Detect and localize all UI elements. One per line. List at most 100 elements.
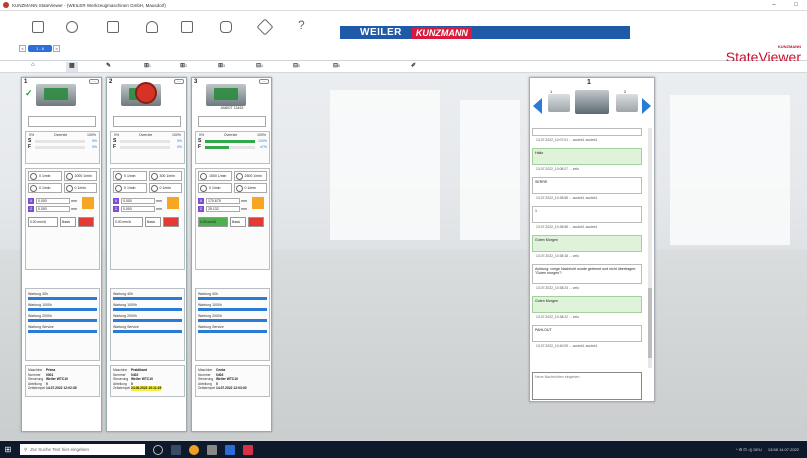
feed-basis: Basis xyxy=(230,217,246,227)
browser-icon[interactable] xyxy=(189,444,199,455)
x-unit: mm xyxy=(241,198,247,203)
spindle-speed: 0 1/min xyxy=(113,183,147,193)
spindle-speed-value: 2500 xyxy=(244,174,253,178)
mail-app-icon[interactable] xyxy=(225,444,235,455)
override-label: Override xyxy=(223,133,238,137)
chat-message[interactable]: PAHLOUT xyxy=(532,325,642,342)
tab-machine-6[interactable]: ⊟6 xyxy=(333,62,340,72)
spindle-speed: 300 1/min xyxy=(148,171,182,181)
message-text: 1 xyxy=(535,209,537,213)
explorer-icon[interactable] xyxy=(207,444,217,455)
chat-message[interactable]: SERRE xyxy=(532,177,642,194)
carousel-machine-current[interactable] xyxy=(575,90,609,114)
machine-number: 1 xyxy=(24,79,28,85)
tab-machine-1[interactable]: ⊞1 xyxy=(144,62,151,72)
window-titlebar: KUNZMANN StateViewer - (WEILER Werkzeugm… xyxy=(0,0,807,11)
tab-machine-5[interactable]: ⊟5 xyxy=(293,62,300,72)
windows-start-icon[interactable]: ⊞ xyxy=(0,441,16,458)
panel-menu-button[interactable]: ··· xyxy=(89,79,99,84)
taskbar-search-input[interactable]: ⚲ Zur Suche Text hier eingeben xyxy=(20,444,145,455)
carousel-machine-left[interactable] xyxy=(548,94,570,112)
chat-message[interactable]: Achtung: vorige Nachricht wurde getrennt… xyxy=(532,264,642,284)
carousel-next-arrow-icon[interactable] xyxy=(642,98,651,114)
maintenance-bar xyxy=(198,319,267,322)
tab-machine-4[interactable]: ⊟4 xyxy=(256,62,263,72)
z-unit: mm xyxy=(71,206,77,211)
scrollbar-thumb[interactable] xyxy=(648,288,652,358)
machine-panel-2[interactable]: 2 ··· 0% Override 100% S 0% F 0% 0 1/min 300 … xyxy=(106,77,187,432)
carousel-machine-right[interactable] xyxy=(616,94,638,112)
background-window xyxy=(670,95,790,245)
spindle-speed-value: 0 xyxy=(39,186,41,190)
minimize-button[interactable]: – xyxy=(763,2,785,8)
override-label: Override xyxy=(138,133,153,137)
nav-next-button[interactable]: > xyxy=(53,45,60,52)
feed-rate: 0.05 mm/U xyxy=(198,217,228,227)
spindle-load-value: 0% xyxy=(91,139,97,143)
maintenance-label: Wartung 40h xyxy=(198,292,218,296)
spindle-icon xyxy=(30,172,37,180)
tray-icons[interactable]: ^ ⚙ ⊡ ◁) DEU xyxy=(736,447,762,452)
maintenance-section: Wartung 40h Wartung 1000h Wartung 2000h War… xyxy=(25,288,100,361)
info-value: Weiler WTC10 xyxy=(46,377,68,382)
carousel-prev-arrow-icon[interactable] xyxy=(533,98,542,114)
settings-icon[interactable] xyxy=(66,21,78,33)
spindle-speed: 0 1/min xyxy=(233,183,267,193)
chat-message[interactable]: Guten Morgen xyxy=(532,235,642,252)
tab-home[interactable]: ⌂ xyxy=(31,62,35,72)
spindle-speed-value: 300 xyxy=(159,174,166,178)
panel-menu-button[interactable]: ··· xyxy=(259,79,269,84)
axis-section: 1500 1/min 2500 1/min 0 1/min 0 1/min X 170.… xyxy=(195,168,270,270)
maintenance-label: Wartung 40h xyxy=(113,292,133,296)
background-window xyxy=(330,90,440,240)
chat-message[interactable]: Hallo xyxy=(532,148,642,165)
maximize-button[interactable]: □ xyxy=(785,2,807,8)
x-position: 0.000 xyxy=(121,197,155,204)
upload-icon[interactable] xyxy=(181,21,193,33)
tab-overview[interactable]: ▦ xyxy=(66,62,78,72)
tab-machine-2[interactable]: ⊞2 xyxy=(180,62,187,72)
maintenance-bar xyxy=(28,297,97,300)
z-position: 0.000 xyxy=(36,205,70,212)
cortana-icon[interactable] xyxy=(153,444,163,455)
spindle-unit: 1/min xyxy=(41,186,51,190)
x-position: 0.000 xyxy=(36,197,70,204)
message-text: Guten Morgen xyxy=(535,299,558,303)
user-icon[interactable] xyxy=(146,21,158,33)
machine-panel-1[interactable]: 1 ··· ✓ 0% Override 100% S 0% F 0% 0 1/min 20… xyxy=(21,77,102,432)
help-icon[interactable]: ? xyxy=(298,18,305,32)
pen-icon: ✐ xyxy=(411,63,417,69)
kunzmann-logo: KUNZMANN xyxy=(411,26,472,39)
x-axis-badge: X xyxy=(198,197,204,204)
tools-icon[interactable] xyxy=(256,18,274,36)
tab-edit[interactable]: ✐ xyxy=(411,62,416,72)
machine-panel-3[interactable]: 3 ··· ANBOT 13463 0% Override 100% S 100% F… xyxy=(191,77,272,432)
new-message-input[interactable] xyxy=(532,372,642,400)
override-label: Override xyxy=(53,133,68,137)
info-value: Weiler WTC10 xyxy=(131,377,153,382)
spindle-icon xyxy=(235,184,243,192)
tab-service[interactable]: ✎ xyxy=(106,62,111,72)
task-view-icon[interactable] xyxy=(171,444,181,455)
tab-machine-3[interactable]: ⊞3 xyxy=(218,62,225,72)
spindle-icon xyxy=(200,184,207,192)
document-icon[interactable] xyxy=(32,21,44,33)
nav-prev-button[interactable]: < xyxy=(19,45,26,52)
stop-indicator xyxy=(78,217,94,227)
chat-message[interactable] xyxy=(532,128,642,136)
clock[interactable]: 13:58 14.07.2022 xyxy=(768,447,799,452)
machine-number: 3 xyxy=(194,79,198,85)
maintenance-label: Wartung 1000h xyxy=(113,303,137,307)
message-scrollbar[interactable] xyxy=(648,128,652,368)
maintenance-label: Wartung 1000h xyxy=(28,303,52,307)
info-key: Zeitstempel xyxy=(113,386,131,391)
machine-range-label[interactable]: 1 - 6 xyxy=(28,45,52,52)
mail-icon[interactable] xyxy=(107,21,119,33)
chat-message[interactable]: Guten Morgen xyxy=(532,296,642,313)
z-axis-badge: Z xyxy=(113,205,119,212)
chat-message[interactable]: 1 xyxy=(532,206,642,223)
stateviewer-app-icon[interactable] xyxy=(243,444,253,455)
panel-menu-button[interactable]: ··· xyxy=(174,79,184,84)
chat-icon[interactable] xyxy=(220,21,232,33)
info-key: Zeitstempel xyxy=(28,386,46,391)
